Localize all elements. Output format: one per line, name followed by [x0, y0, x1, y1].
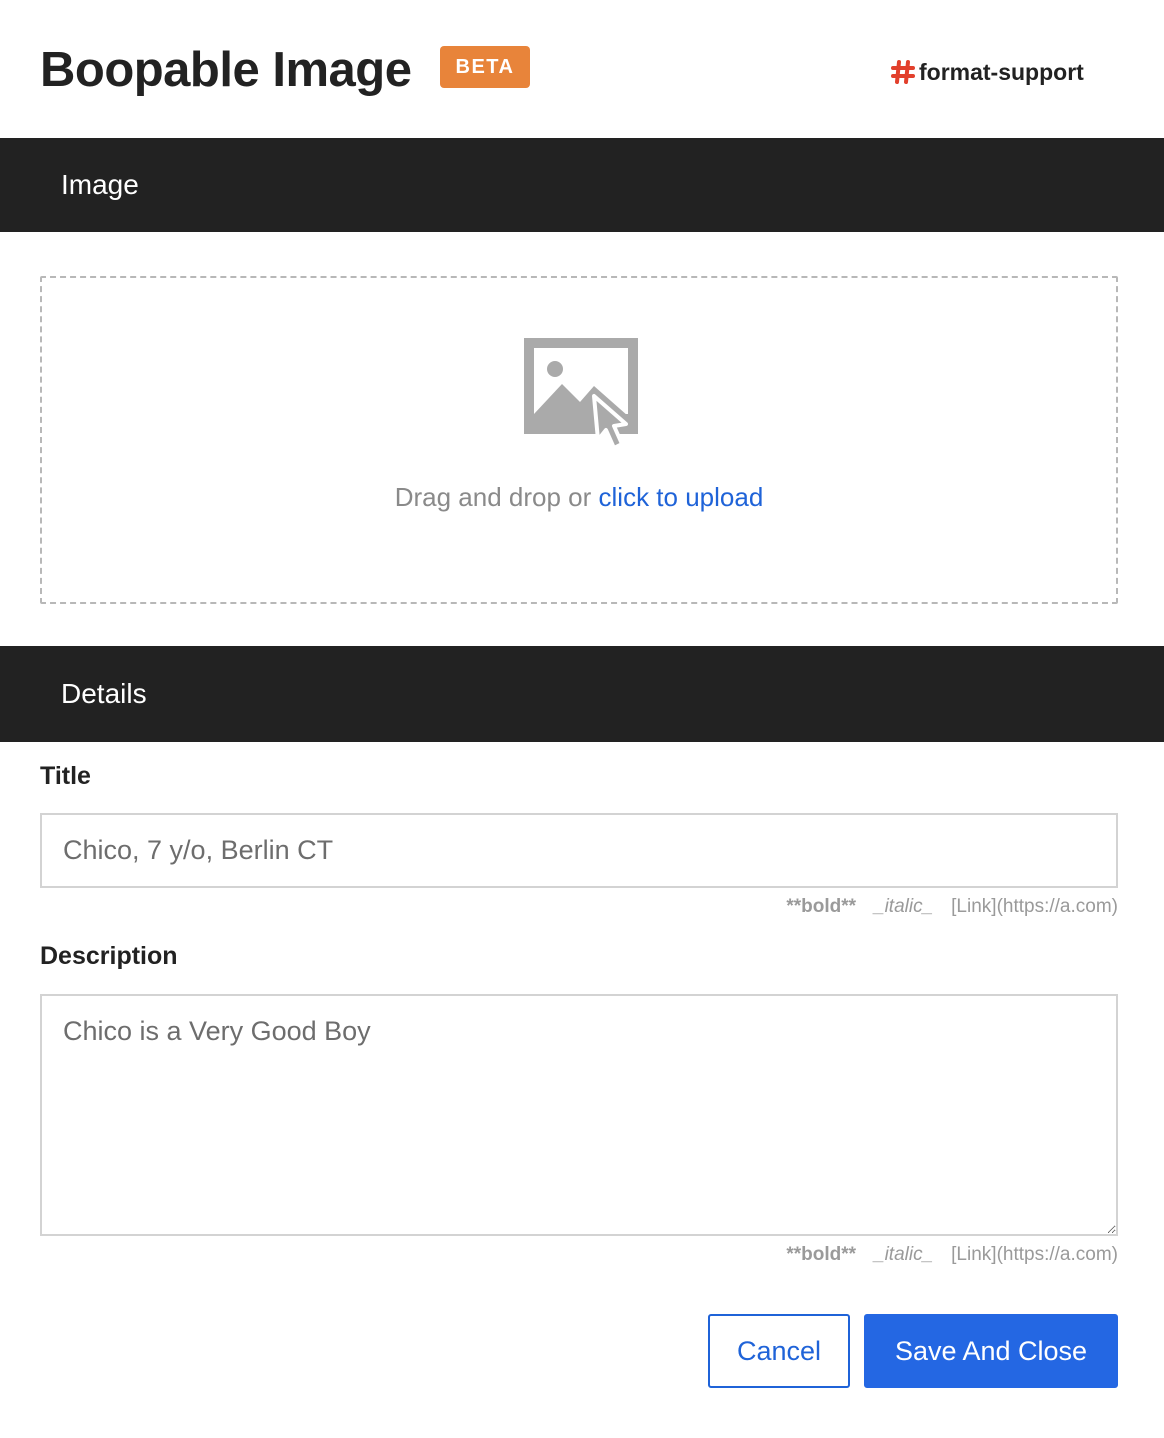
cancel-button[interactable]: Cancel: [708, 1314, 850, 1388]
hint-link: [Link](https://a.com): [951, 1244, 1118, 1265]
hint-bold: **bold**: [786, 1244, 856, 1265]
channel-link[interactable]: format-support: [890, 56, 1084, 88]
hint-bold: **bold**: [786, 896, 856, 917]
section-header-image: Image: [0, 138, 1164, 232]
dropzone-instructions: Drag and drop or: [394, 482, 599, 512]
beta-badge: BETA: [440, 46, 530, 88]
description-format-hint: **bold** _italic_ [Link](https://a.com): [786, 1244, 1118, 1266]
boopable-image-dialog: Boopable Image BETA format-support Image: [0, 0, 1164, 1438]
hint-link: [Link](https://a.com): [951, 896, 1118, 917]
section-title-image: Image: [61, 169, 139, 200]
click-to-upload-link[interactable]: click to upload: [599, 482, 764, 512]
dropzone-text: Drag and drop or click to upload: [42, 482, 1116, 513]
image-upload-icon: [524, 338, 638, 450]
channel-name: format-support: [919, 58, 1084, 85]
title-label: Title: [40, 762, 91, 790]
dialog-title: Boopable Image: [40, 43, 412, 97]
save-and-close-button[interactable]: Save And Close: [864, 1314, 1118, 1388]
section-header-details: Details: [0, 646, 1164, 742]
image-dropzone[interactable]: Drag and drop or click to upload: [40, 276, 1118, 604]
hint-italic: _italic_: [874, 896, 934, 917]
title-input[interactable]: [40, 813, 1118, 888]
section-title-details: Details: [61, 678, 147, 709]
dialog-header: Boopable Image BETA format-support: [0, 0, 1164, 138]
hint-italic: _italic_: [874, 1244, 934, 1265]
description-textarea[interactable]: Chico is a Very Good Boy: [40, 994, 1118, 1236]
title-format-hint: **bold** _italic_ [Link](https://a.com): [786, 896, 1118, 918]
description-label: Description: [40, 942, 178, 970]
hash-icon: [891, 60, 915, 84]
